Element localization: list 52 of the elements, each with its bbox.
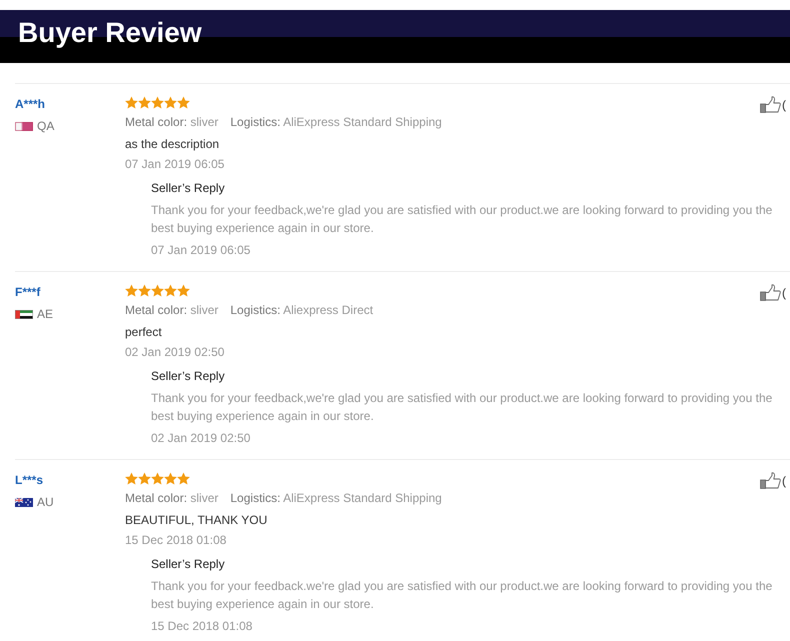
star-icon	[125, 96, 138, 109]
star-icon	[164, 96, 177, 109]
buyer-name-link[interactable]: A***h	[15, 96, 46, 112]
seller-reply-title: Seller’s Reply	[151, 556, 225, 573]
attribute-text: Metal color: sliver	[125, 302, 218, 319]
star-icon	[177, 96, 190, 109]
page-title: Buyer Review	[18, 18, 202, 48]
star-icon	[151, 284, 164, 297]
attribute-text: Logistics: Aliexpress Direct	[230, 302, 374, 319]
seller-reply-text: Thank you for your feedback,we're glad you are satisfied with our product.we are looking forward to providing you the best buying experience again in our store.	[151, 390, 774, 425]
star-icon	[151, 96, 164, 109]
seller-reply-date: 02 Jan 2019 02:50	[151, 430, 250, 447]
review-date: 02 Jan 2019 02:50	[125, 344, 224, 361]
attribute-text: Logistics: AliExpress Standard Shipping	[230, 490, 442, 507]
like-button[interactable]: (	[760, 284, 786, 301]
buyer-name-link[interactable]: F***f	[15, 284, 40, 300]
star-icon	[138, 472, 151, 485]
star-icon	[164, 472, 177, 485]
review-comment: perfect	[125, 324, 162, 341]
review-date: 15 Dec 2018 01:08	[125, 532, 226, 549]
seller-reply-text: Thank you for your feedback,we're glad you are satisfied with our product.we are looking forward to providing you the best buying experience again in our store.	[151, 202, 774, 237]
star-icon	[138, 284, 151, 297]
star-icon	[177, 472, 190, 485]
seller-reply-date: 07 Jan 2019 06:05	[151, 242, 250, 259]
like-button[interactable]: (	[760, 96, 786, 113]
flag-icon	[15, 498, 33, 506]
seller-reply-date: 15 Dec 2018 01:08	[151, 618, 252, 635]
country-code: AU	[37, 494, 54, 510]
flag-icon	[15, 122, 33, 130]
star-icon	[138, 96, 151, 109]
star-icon	[177, 284, 190, 297]
seller-reply-title: Seller’s Reply	[151, 180, 225, 197]
like-button[interactable]: (	[760, 472, 786, 489]
buyer-name-link[interactable]: L***s	[15, 472, 44, 488]
star-icon	[151, 472, 164, 485]
attribute-text: Metal color: sliver	[125, 490, 218, 507]
thumbs-up-icon	[760, 472, 781, 489]
thumbs-up-icon	[760, 96, 781, 113]
attribute-text: Metal color: sliver	[125, 114, 218, 131]
flag-icon	[15, 310, 33, 318]
country-code: AE	[37, 306, 54, 322]
seller-reply-text: Thank you for your feedback.we're glad you are satisfied with our product.we are looking forward to providing you the best buying experience again in our store.	[151, 578, 774, 613]
star-icon	[164, 284, 177, 297]
attribute-text: Logistics: AliExpress Standard Shipping	[230, 114, 442, 131]
review-comment: as the description	[125, 136, 220, 153]
country-code: QA	[37, 118, 54, 134]
seller-reply-title: Seller’s Reply	[151, 368, 225, 385]
review-comment: BEAUTIFUL, THANK YOU	[125, 512, 268, 529]
review-date: 07 Jan 2019 06:05	[125, 156, 224, 173]
thumbs-up-icon	[760, 284, 781, 301]
star-icon	[125, 472, 138, 485]
star-icon	[125, 284, 138, 297]
